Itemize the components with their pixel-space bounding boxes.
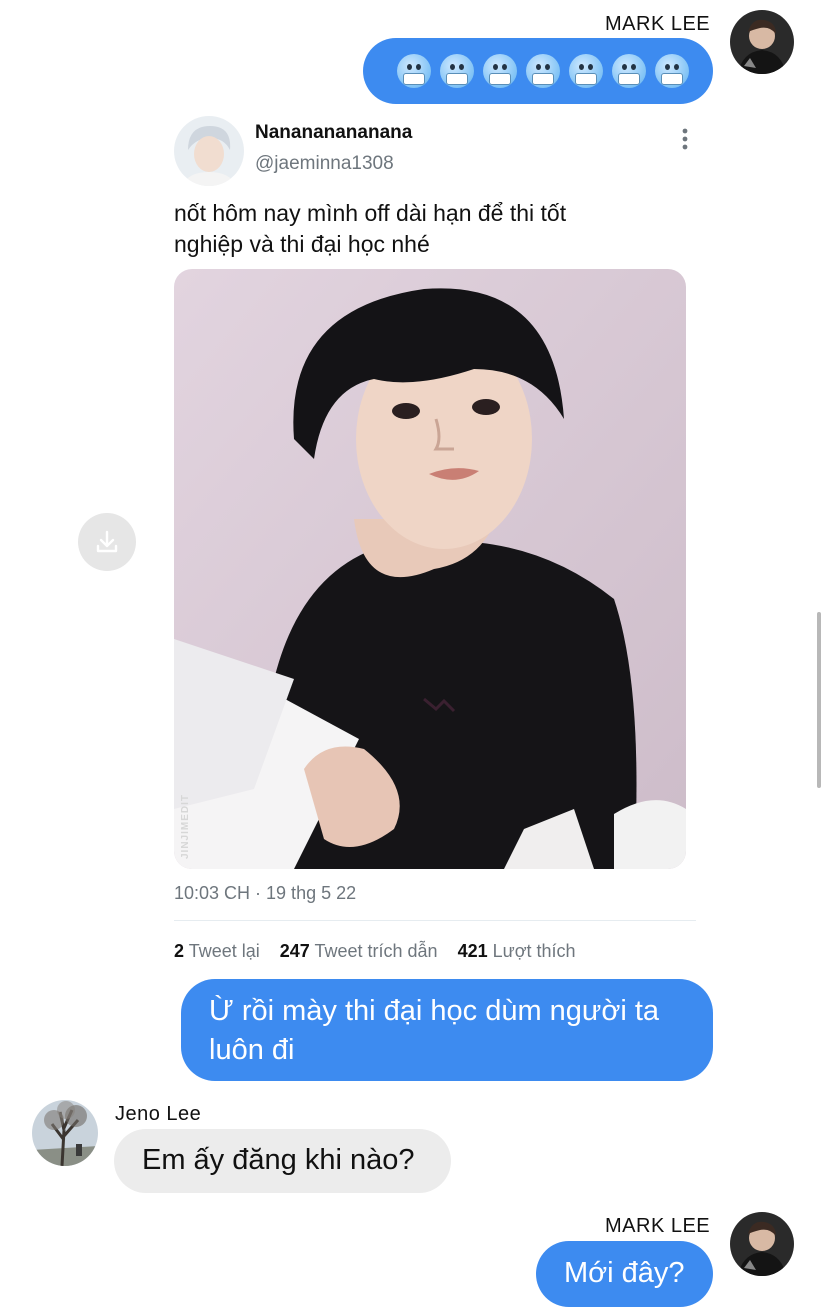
avatar-jeno-lee[interactable] xyxy=(32,1100,98,1166)
tweet-display-name: Nanananananana xyxy=(255,122,413,143)
tweet-divider xyxy=(174,920,696,921)
freezing-face-icon xyxy=(483,54,517,88)
tweet-text: nốt hôm nay mình off dài hạn để thi tốt … xyxy=(174,198,694,260)
freezing-face-icon xyxy=(440,54,474,88)
message-text-line: Ừ rồi mày thi đại học dùm người ta xyxy=(209,995,660,1027)
likes-count: 421 xyxy=(457,941,488,961)
retweets-label: Tweet lại xyxy=(188,941,260,961)
freezing-face-icon xyxy=(397,54,431,88)
quotes-label: Tweet trích dẫn xyxy=(314,941,438,961)
message-bubble-emoji[interactable] xyxy=(363,38,713,104)
tweet-photo: JINJIMEDIT xyxy=(174,269,686,869)
freezing-face-icon xyxy=(655,54,689,88)
message-bubble-outgoing[interactable]: Mới đây? xyxy=(536,1241,713,1307)
sender-name-mark-lee: MARK LEE xyxy=(605,1215,711,1237)
sender-name-jeno-lee: Jeno Lee xyxy=(115,1103,202,1125)
avatar-mark-lee[interactable] xyxy=(730,10,794,74)
tweet-handle: @jaeminna1308 xyxy=(255,153,394,174)
message-text-line: luôn đi xyxy=(209,1034,295,1066)
tweet-author-avatar xyxy=(174,116,244,186)
tweet-stats: 2 Tweet lại 247 Tweet trích dẫn 421 Lượt… xyxy=(174,941,576,962)
freezing-face-icon xyxy=(569,54,603,88)
freezing-face-icon xyxy=(526,54,560,88)
tweet-text-line: nốt hôm nay mình off dài hạn để thi tốt xyxy=(174,200,567,226)
retweets-count: 2 xyxy=(174,941,185,961)
message-bubble-outgoing[interactable]: Ừ rồi mày thi đại học dùm người ta luôn … xyxy=(181,979,713,1081)
download-icon xyxy=(96,530,118,553)
message-bubble-incoming[interactable]: Em ấy đăng khi nào? xyxy=(114,1129,451,1193)
tweet-text-line: nghiệp và thi đại học nhé xyxy=(174,231,430,257)
shared-tweet-image[interactable]: Nanananananana @jaeminna1308 nốt hôm nay… xyxy=(160,108,705,978)
more-options-icon xyxy=(680,128,690,155)
photo-watermark: JINJIMEDIT xyxy=(180,793,191,859)
sender-name-mark-lee: MARK LEE xyxy=(605,13,711,35)
quotes-count: 247 xyxy=(279,941,310,961)
download-button[interactable] xyxy=(78,513,136,571)
tweet-timestamp: 10:03 CH · 19 thg 5 22 xyxy=(174,883,357,903)
freezing-face-icon xyxy=(612,54,646,88)
likes-label: Lượt thích xyxy=(492,941,576,961)
avatar-mark-lee[interactable] xyxy=(730,1212,794,1276)
emoji-row xyxy=(397,54,689,88)
scrollbar-thumb[interactable] xyxy=(817,612,821,788)
